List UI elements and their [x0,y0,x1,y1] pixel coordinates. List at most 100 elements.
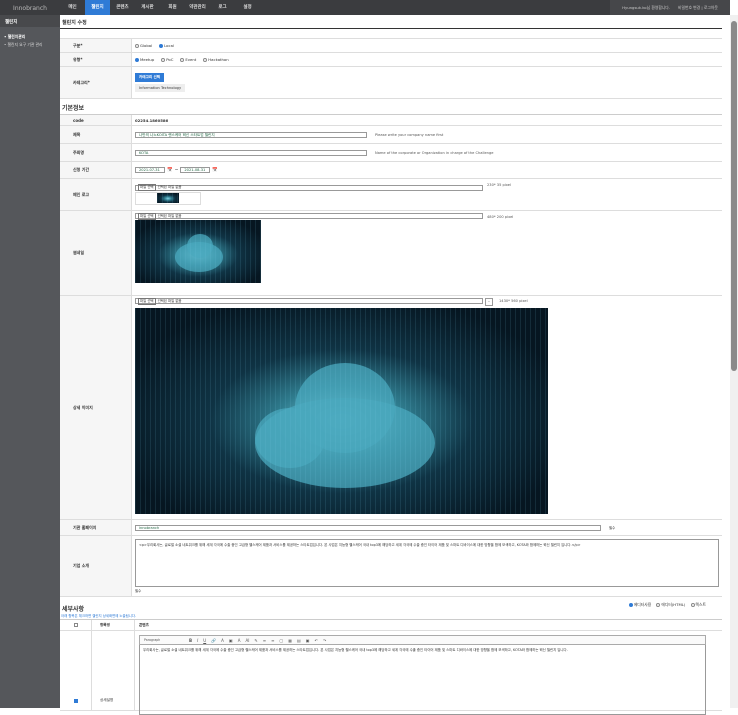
title-input[interactable]: 나만의 나노KOITA 랜스케어 혁신 스타트업 챌린지 [135,131,367,138]
bold-button[interactable]: B [189,638,192,643]
row-checkbox[interactable] [73,698,78,703]
thumbnail-image [135,220,261,283]
radio-local[interactable]: Local [159,43,174,48]
homepage-row: 기관 홈페이지 innobranch 필수 [60,520,722,536]
nav-challenge[interactable]: 챌린지 [85,0,110,15]
sidebar-item-org-manage[interactable]: • 챌린지 요구 기관 관리 [0,41,60,49]
details-note: 아래 항목은 체크하면 챌린지 상세화면에 노출됩니다. [61,614,137,618]
division-label: 구분* [60,39,132,52]
details-row: 상세설명 Paragraph B I U 🔗 A ▣ A AI ✎ ≡ ≡ ▢ … [60,631,722,715]
logout-link[interactable]: 로그아웃 [704,5,718,10]
period-row: 신청 기간 2021-07-31 📅 ~ 2021-08-31 📅 [60,162,722,179]
highlight-icon[interactable]: ✎ [254,638,257,643]
media-icon[interactable]: ▦ [288,638,292,643]
editor-content[interactable]: 우리회사는, 글로벌 소셜 네트워크를 위해 세계 각국에 수출 중인 고급형 … [139,645,706,715]
homepage-note: 필수 [609,526,616,530]
period-label: 신청 기간 [60,162,132,178]
host-input[interactable]: KOTA [135,149,367,156]
logo-file-input[interactable]: 파일 선택 선택된 파일 없음 [135,184,483,191]
background-color-button[interactable]: ▣ [229,638,233,643]
bulleted-list-icon[interactable]: ≡ [263,638,266,643]
scrollbar[interactable] [730,15,738,708]
link-icon[interactable]: 🔗 [211,638,216,643]
font-color-button[interactable]: A [221,638,224,643]
homepage-input[interactable]: innobranch [135,524,601,531]
basic-info-heading: 기본정보 [62,105,85,112]
undo-icon[interactable]: ↶ [315,638,318,643]
font-family-button[interactable]: A [238,638,241,643]
homepage-label: 기관 홈페이지 [60,520,132,535]
host-label: 주최명 [60,144,132,161]
intro-label: 기업 소개 [60,536,132,596]
thumbnail-hint: 480* 200 pixel [487,215,514,219]
radio-event[interactable]: Event [180,57,196,62]
details-header: 세부사항 아래 항목은 체크하면 챌린지 상세화면에 노출됩니다. 에디터사용 … [60,597,722,619]
table-icon[interactable]: ▤ [297,638,301,643]
detail-image [135,308,548,514]
radio-global[interactable]: Global [135,43,152,48]
select-all-checkbox[interactable] [73,623,78,627]
underline-button[interactable]: U [203,638,206,643]
paragraph-select[interactable]: Paragraph [144,638,184,642]
page-title: 챌린지 수정 [60,15,722,29]
image-icon[interactable]: ▢ [279,638,283,643]
nav-log[interactable]: 로그 [210,0,235,15]
row-item-name: 상세설명 [92,631,135,710]
radio-text[interactable]: 텍스트 [690,602,706,607]
user-area: Hyungsuk.ko님 환영합니다. 비밀번호 변경 | 로그아웃 [610,0,730,15]
end-date-input[interactable]: 2021-08-31 [180,167,211,173]
detail-image-row: 상세 이미지 파일 선택 선택된 파일 없음 - 1430* 560 pixel [60,296,722,520]
main-content: 챌린지 수정 구분* Global Local 유형* Meetup PoC E… [60,15,722,715]
logo-label: 메인 로고 [60,179,132,210]
thumbnail-row: 썸네일 파일 선택 선택된 파일 없음 480* 200 pixel [60,211,722,296]
detail-image-label: 상세 이미지 [60,296,132,519]
italic-button[interactable]: I [197,638,198,643]
font-size-button[interactable]: AI [245,638,249,643]
detail-image-file-input[interactable]: 파일 선택 선택된 파일 없음 [135,297,483,305]
intro-note: 필수 [135,589,142,593]
details-table-header: 항목명 콘텐츠 [60,619,722,631]
type-label: 유형* [60,53,132,66]
nav-terms[interactable]: 약관관리 [185,0,210,15]
nav-content[interactable]: 콘텐츠 [110,0,135,15]
radio-editor[interactable]: 에디터사용 [628,602,651,607]
nav-board[interactable]: 게시판 [135,0,160,15]
sidebar: 챌린지 • 챌린지관리 • 챌린지 요구 기관 관리 [0,15,60,708]
radio-meetup[interactable]: Meetup [135,57,154,62]
sidebar-item-challenge-manage[interactable]: • 챌린지관리 [0,33,60,41]
nav-main[interactable]: 메인 [60,0,85,15]
calendar-icon[interactable]: 📅 [167,168,173,173]
nav-settings[interactable]: 설정 [235,0,260,15]
change-password-link[interactable]: 비밀번호 변경 [678,5,700,10]
top-bar: Innobranch 메인 챌린지 콘텐츠 게시판 회원 약관관리 로그 설정 … [0,0,730,15]
radio-editor-html[interactable]: 에디터(HTML) [656,602,685,607]
column-item-name: 항목명 [92,620,135,630]
title-row: 제목 나만의 나노KOITA 랜스케어 혁신 스타트업 챌린지 Please wr… [60,126,722,144]
details-heading: 세부사항 [62,606,85,613]
logo-hint: 230* 35 pixel [487,183,512,187]
scrollbar-thumb[interactable] [731,21,737,371]
thumbnail-file-input[interactable]: 파일 선택 선택된 파일 없음 [135,212,483,220]
host-row: 주최명 KOTA Name of the corporate or Organiz… [60,144,722,162]
select-category-button[interactable]: 카테고리 선택 [135,73,165,82]
category-tag[interactable]: Information Technology [135,84,186,92]
intro-textarea[interactable]: <p>우리회사는, 글로벌 소셜 네트워크를 위해 세계 각국에 수출 중인 고… [135,539,719,587]
detail-image-hint: 1430* 560 pixel [499,299,528,303]
radio-poc[interactable]: PoC [161,57,173,62]
column-content: 콘텐츠 [139,622,149,627]
calendar-icon[interactable]: 📅 [212,168,218,173]
start-date-input[interactable]: 2021-07-31 [135,167,165,173]
code-label: code [60,115,132,125]
remove-button[interactable]: - [485,298,493,306]
host-hint: Name of the corporate or Organization in… [375,150,494,155]
logo[interactable]: Innobranch [0,0,60,15]
nav-members[interactable]: 회원 [160,0,185,15]
radio-hackathon[interactable]: Hackathon [203,57,229,62]
category-label: 카테고리* [60,67,132,98]
sidebar-title: 챌린지 [0,15,60,27]
redo-icon[interactable]: ↷ [323,638,326,643]
embed-icon[interactable]: ▣ [306,638,310,643]
intro-row: 기업 소개 <p>우리회사는, 글로벌 소셜 네트워크를 위해 세계 각국에 수… [60,536,722,597]
type-row: 유형* Meetup PoC Event Hackathon [60,53,722,67]
numbered-list-icon[interactable]: ≡ [271,638,274,643]
